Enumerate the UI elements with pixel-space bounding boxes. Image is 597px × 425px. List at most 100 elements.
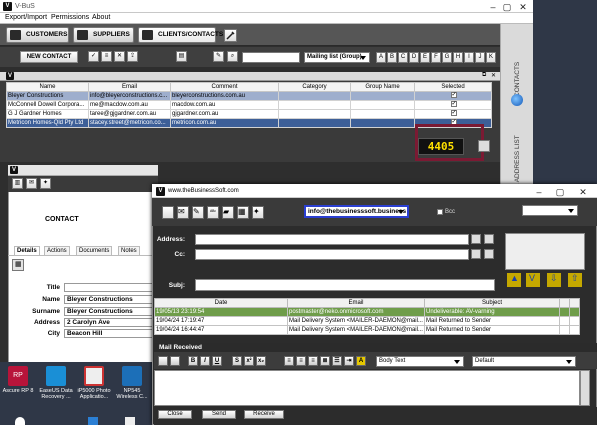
from-account-dropdown[interactable]: info@thebusinesssoft.business [304,205,409,218]
detail-email-button[interactable]: ✉ [26,178,37,189]
move-down-button[interactable]: V [526,273,540,287]
cell-selected[interactable]: ✓ [414,109,492,119]
alpha-filter-button[interactable]: B [387,52,397,63]
fmt-align-right-button[interactable]: ≡ [308,356,318,366]
col-email[interactable]: Email [287,298,425,308]
edit-button[interactable]: ✎ [213,51,224,62]
menu-export-import[interactable]: Export/Import [5,14,47,21]
alpha-filter-button[interactable]: J [475,52,485,63]
desktop-icon-easeus[interactable]: EaseUS Data Recovery ... [38,366,74,414]
cell-selected[interactable]: ✓ [414,100,492,110]
subject-input[interactable] [195,279,495,291]
tab-actions[interactable]: Actions [44,246,70,255]
search-button[interactable]: ⌕ [227,51,238,62]
maximize-icon[interactable]: ▢ [500,2,514,12]
selected-checkbox[interactable]: ✓ [450,92,457,99]
field-city-input[interactable]: Beacon Hill [64,329,158,338]
fmt-open-button[interactable] [170,356,180,366]
delete-button[interactable]: ✕ [114,51,125,62]
cell-selected[interactable]: ✓ [414,91,492,101]
search-input[interactable] [242,52,300,63]
alpha-filter-button[interactable]: A [376,52,386,63]
col-selected[interactable]: Selected [414,82,492,92]
grid-restore-icon[interactable]: ⧉ [482,72,486,79]
fmt-underline-button[interactable]: U [212,356,222,366]
desktop-icon-ip5000[interactable]: iP5000 Photo Applicatio... [76,366,112,414]
mail-new-button[interactable] [162,206,174,219]
col-name[interactable]: Name [6,82,89,92]
alpha-filter-button[interactable]: D [409,52,419,63]
table-row[interactable]: 19/04/24 17:19:47 Mail Delivery System <… [154,316,580,326]
upload-button[interactable]: ⇧ [568,273,582,287]
detail-delete-button[interactable]: ▥ [12,178,23,189]
tools-button[interactable] [224,29,237,42]
table-row[interactable]: 19/04/24 16:44:47 Mail Delivery System <… [154,325,580,335]
tab-customers[interactable]: CUSTOMERS [6,27,69,43]
field-address-input[interactable]: 2 Carolyn Ave [64,318,158,327]
grid-export-button[interactable] [478,140,490,152]
col-subject[interactable]: Subject [424,298,560,308]
minimize-icon[interactable]: – [486,2,500,12]
attachment-panel[interactable] [505,233,585,270]
field-surname-input[interactable]: Bleyer Constructions [64,307,158,316]
move-up-button[interactable]: ▲ [507,273,521,287]
detail-pin-button[interactable]: ✦ [40,178,51,189]
address-book-button[interactable] [471,234,481,244]
fmt-list-button[interactable]: ☰ [332,356,342,366]
body-scrollbar[interactable] [580,370,590,406]
mail-compose-button[interactable]: ✉ [177,206,189,219]
send-button[interactable]: Send [202,410,236,419]
col-date[interactable]: Date [154,298,288,308]
print-button[interactable]: ▤ [176,51,187,62]
fmt-italic-button[interactable]: I [200,356,210,366]
mail-minimize-icon[interactable]: – [532,187,546,197]
fmt-sub-button[interactable]: x₂ [256,356,266,366]
selected-checkbox[interactable]: ✓ [450,110,457,117]
alpha-filter-button[interactable]: F [431,52,441,63]
desktop-icon-np545[interactable]: NP545 Wireless C... [114,366,150,414]
tab-clients-contacts[interactable]: CLIENTS/CONTACTS [138,27,223,43]
mail-maximize-icon[interactable]: ▢ [553,187,567,197]
table-row[interactable]: McConnell Dowell Corpora... me@macdow.co… [6,100,492,110]
table-row[interactable]: Bleyer Constructions info@bleyerconstruc… [6,91,492,101]
table-row[interactable]: G J Gardner Homes taree@gjgardner.com.au… [6,109,492,119]
alpha-filter-button[interactable]: K [486,52,496,63]
list-button[interactable]: ≡ [101,51,112,62]
menu-about[interactable]: About [92,14,110,21]
fmt-indent-button[interactable]: ⇥ [344,356,354,366]
alpha-filter-button[interactable]: C [398,52,408,63]
mail-close-icon[interactable]: ✕ [576,187,590,197]
fmt-super-button[interactable]: x² [244,356,254,366]
menu-permissions[interactable]: Permissions [51,14,89,21]
tab-documents[interactable]: Documents [76,246,113,255]
cc-clear-button[interactable] [484,249,494,259]
col-comment[interactable]: Comment [170,82,279,92]
tab-notes[interactable]: Notes [118,246,140,255]
col-email[interactable]: Email [88,82,171,92]
export-button[interactable]: ⇪ [127,51,138,62]
alpha-filter-button[interactable]: E [420,52,430,63]
mail-pin-button[interactable]: ✦ [252,206,264,219]
alpha-filter-button[interactable]: H [453,52,463,63]
mail-edit-button[interactable]: ✎ [192,206,204,219]
fmt-bold-button[interactable]: B [188,356,198,366]
col-category[interactable]: Category [278,82,351,92]
tab-suppliers[interactable]: SUPPLIERS [73,27,134,43]
download-button[interactable]: ⇩ [547,273,561,287]
alpha-filter-button[interactable]: I [464,52,474,63]
fmt-strike-button[interactable]: S [232,356,242,366]
tab-details[interactable]: Details [14,246,40,255]
spellcheck-button[interactable]: ᴬᴮᶜ [207,206,219,219]
mail-folder-button[interactable]: ▰ [222,206,234,219]
close-icon[interactable]: ✕ [516,2,530,12]
field-title-input[interactable] [64,283,158,292]
cc-book-button[interactable] [471,249,481,259]
address-clear-button[interactable] [484,234,494,244]
mail-save-button[interactable]: ▦ [237,206,249,219]
address-input[interactable] [195,234,469,245]
grid-close-icon[interactable]: ✕ [491,72,496,79]
receive-button[interactable]: Receive [244,410,284,419]
fmt-justify-button[interactable]: ≣ [320,356,330,366]
col-group-name[interactable]: Group Name [350,82,415,92]
mail-options-dropdown[interactable] [522,205,578,216]
